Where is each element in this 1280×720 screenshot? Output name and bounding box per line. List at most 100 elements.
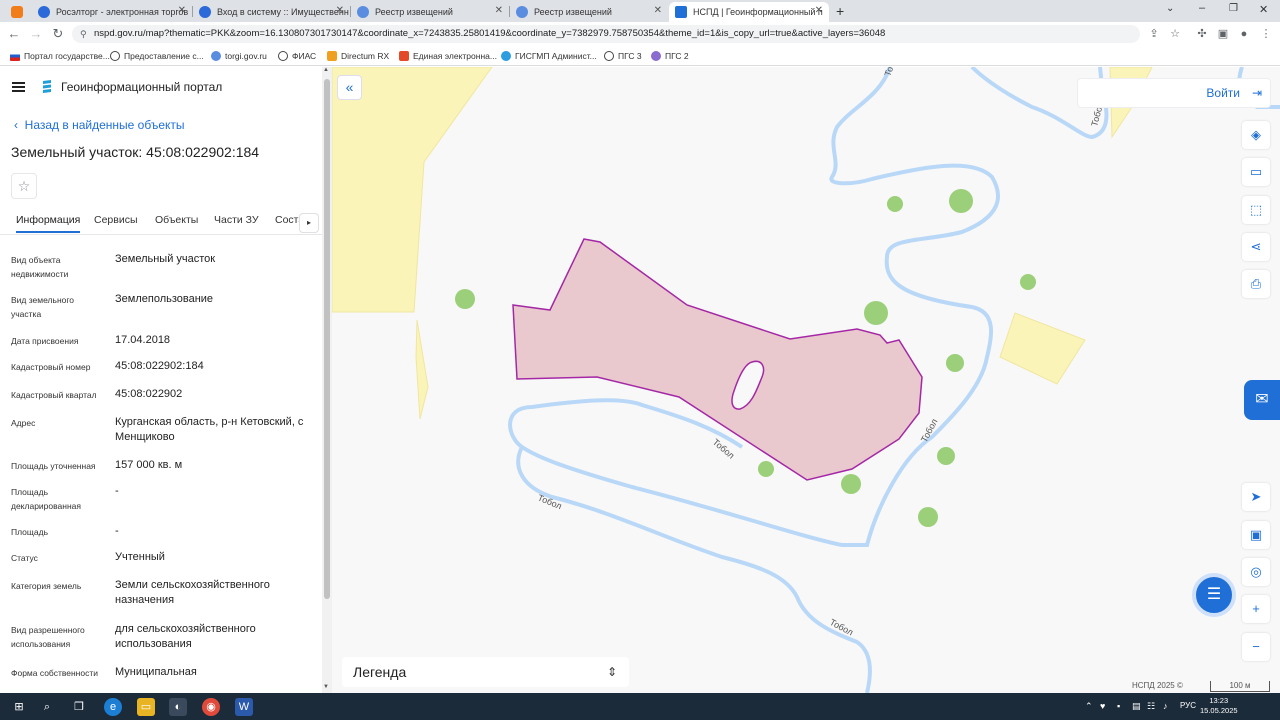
tab-close-icon[interactable]: ✕	[336, 5, 344, 16]
login-label: Войти	[1206, 86, 1240, 100]
address-bar[interactable]: ⚲ nspd.gov.ru/map?thematic=PKK&zoom=16.1…	[72, 25, 1140, 43]
tab-services[interactable]: Сервисы	[94, 214, 138, 226]
field-label: Вид земельного участка	[11, 295, 75, 319]
minimize-window-icon[interactable]: –	[1199, 2, 1205, 14]
site-favicon-icon	[516, 6, 528, 18]
site-info-icon[interactable]: ⚲	[80, 25, 87, 43]
tray-app-icon[interactable]: ▤	[1132, 701, 1141, 712]
network-icon[interactable]: ☷	[1147, 701, 1155, 712]
tab-close-icon[interactable]: ✕	[815, 5, 823, 16]
tab-close-icon[interactable]: ✕	[495, 5, 503, 16]
bookmark-item[interactable]: Предоставление с...	[110, 50, 204, 62]
tree-symbol	[946, 354, 964, 372]
gisgmp-icon	[501, 51, 511, 61]
site-favicon-icon	[357, 6, 369, 18]
sidebar-scrollbar[interactable]: ▲ ▼	[322, 67, 332, 693]
tab-information[interactable]: Информация	[16, 214, 81, 233]
browser-tab-2[interactable]: Вход в систему :: Имущественн ✕	[193, 2, 350, 22]
chrome-icon[interactable]: ◉	[202, 698, 220, 716]
back-arrow-icon[interactable]: ←	[6, 26, 22, 42]
collapse-sidebar-button[interactable]: «	[337, 75, 362, 100]
tab-close-icon[interactable]: ✕	[654, 5, 662, 16]
tray-arrow-icon[interactable]: ⌃	[1085, 701, 1093, 712]
favorite-star-icon[interactable]: ☆	[11, 173, 37, 199]
app-icon[interactable]: ◐	[169, 698, 187, 716]
tab-objects[interactable]: Объекты	[155, 214, 198, 226]
profile-icon[interactable]: ●	[1237, 27, 1251, 41]
menu-icon[interactable]	[12, 82, 25, 92]
torgi-icon	[211, 51, 221, 61]
task-view-icon[interactable]: ❒	[70, 698, 88, 716]
bookmark-item[interactable]: ПГС 2	[651, 50, 689, 62]
browser-menu-icon[interactable]: ⋮	[1259, 27, 1273, 41]
feedback-chat-icon[interactable]: ✉	[1244, 380, 1280, 420]
tree-symbol	[864, 301, 888, 325]
forward-arrow-icon[interactable]: →	[28, 26, 44, 42]
info-tabs: Информация Сервисы Объекты Части ЗУ Сост…	[0, 207, 322, 235]
browser-tab-3[interactable]: Реестр извещений ✕	[351, 2, 509, 22]
windows-start-icon[interactable]: ⊞	[10, 698, 28, 716]
tab-composition[interactable]: Соста	[275, 214, 299, 226]
share-icon[interactable]: ⋖	[1242, 233, 1270, 261]
tree-symbol	[455, 289, 475, 309]
edge-icon[interactable]: e	[104, 698, 122, 716]
close-window-icon[interactable]: ✕	[1259, 3, 1268, 16]
tray-app-icon[interactable]: ▪	[1117, 701, 1120, 711]
restore-window-icon[interactable]: ❐	[1229, 3, 1238, 14]
browser-tab-active[interactable]: НСПД | Геоинформационный п ✕	[669, 2, 829, 22]
volume-icon[interactable]: ♪	[1163, 701, 1168, 711]
browser-app-icon-tab[interactable]	[0, 2, 30, 22]
system-clock[interactable]: 13:23 15.05.2025	[1200, 696, 1238, 716]
side-panel-icon[interactable]: ▣	[1216, 27, 1230, 41]
select-area-icon[interactable]: ⬚	[1242, 196, 1270, 224]
bookmark-item[interactable]: Единая электронна...	[399, 50, 497, 62]
bookmark-item[interactable]: ГИСГМП Админист...	[501, 50, 597, 62]
login-button[interactable]: Войти ⇥	[1077, 78, 1271, 108]
portal-title: Геоинформационный портал	[61, 80, 223, 94]
extensions-icon[interactable]: ✣	[1195, 27, 1209, 41]
scrollbar-thumb[interactable]	[324, 79, 330, 599]
tab-search-icon[interactable]: ⌄	[1166, 3, 1174, 14]
search-icon[interactable]: ⌕	[38, 698, 56, 716]
location-icon[interactable]: ◎	[1242, 558, 1270, 586]
url-text: nspd.gov.ru/map?thematic=PKK&zoom=16.130…	[94, 28, 886, 39]
zoom-in-icon[interactable]: +	[1242, 595, 1270, 623]
word-icon[interactable]: W	[235, 698, 253, 716]
browser-tab-1[interactable]: Росэлторг - электронная торгов ✕	[32, 2, 192, 22]
scroll-down-icon[interactable]: ▼	[323, 684, 329, 690]
scroll-up-icon[interactable]: ▲	[323, 67, 329, 73]
print-icon[interactable]: ⎙	[1242, 270, 1270, 298]
tabs-scroll-right-icon[interactable]: ▸	[299, 213, 319, 233]
language-indicator[interactable]: РУС	[1180, 701, 1196, 710]
reload-icon[interactable]: ↻	[50, 26, 66, 42]
tab-parts[interactable]: Части ЗУ	[214, 214, 259, 226]
field-label: Площадь декларированная	[11, 487, 81, 511]
layers-icon[interactable]: ◈	[1242, 121, 1270, 149]
ruler-icon[interactable]: ▭	[1242, 158, 1270, 186]
assistant-chat-icon[interactable]: ☰	[1192, 573, 1236, 617]
bookmark-item[interactable]: Портал государстве...	[10, 50, 110, 62]
bookmark-item[interactable]: ФИАС	[278, 50, 316, 62]
bookmark-item[interactable]: Directum RX	[327, 50, 389, 62]
bookmark-item[interactable]: torgi.gov.ru	[211, 50, 267, 62]
back-to-results-link[interactable]: ‹ Назад в найденные объекты	[14, 118, 185, 132]
bookmark-item[interactable]: ПГС 3	[604, 50, 642, 62]
tray-app-icon[interactable]: ♥	[1100, 701, 1105, 711]
tree-symbol	[937, 447, 955, 465]
bookmark-label: torgi.gov.ru	[225, 51, 267, 61]
tab-close-icon[interactable]: ✕	[178, 5, 186, 16]
minimap-icon[interactable]: ▣	[1242, 521, 1270, 549]
browser-tab-4[interactable]: Реестр извещений ✕	[510, 2, 668, 22]
emblem-icon	[651, 51, 661, 61]
tree-symbol	[841, 474, 861, 494]
legend-panel[interactable]: Легенда ⇕	[342, 657, 629, 687]
share-page-icon[interactable]: ⇪	[1147, 27, 1161, 41]
tree-symbol	[949, 189, 973, 213]
zoom-out-icon[interactable]: −	[1242, 633, 1270, 661]
new-tab-button[interactable]: +	[836, 3, 844, 19]
file-explorer-icon[interactable]: ▭	[137, 698, 155, 716]
navigate-icon[interactable]: ➤	[1242, 483, 1270, 511]
bookmark-star-icon[interactable]: ☆	[1168, 27, 1182, 41]
map-canvas[interactable]: Тобол Тобол Тобол Тобол Тобол Тобол « Во…	[332, 67, 1280, 693]
browser-tab-title: Вход в систему :: Имущественн	[217, 7, 349, 17]
